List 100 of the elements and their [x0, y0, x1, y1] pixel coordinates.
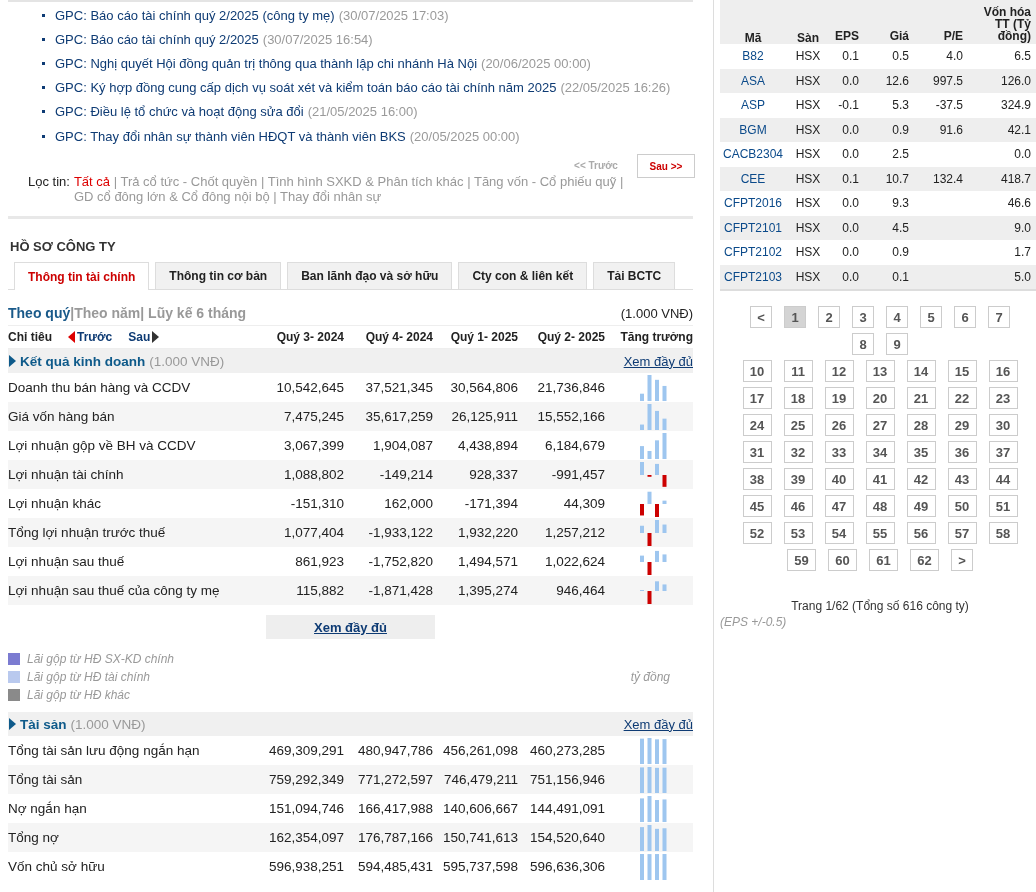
view-all-link[interactable]: Xem đầy đủ — [623, 716, 693, 732]
tab[interactable]: Thông tin tài chính — [14, 262, 150, 291]
page-button[interactable]: 19 — [824, 387, 854, 409]
page-button[interactable]: 52 — [742, 522, 772, 544]
page-button[interactable]: 31 — [742, 441, 772, 463]
page-button[interactable]: 18 — [783, 387, 813, 409]
page-button[interactable]: 1 — [784, 306, 806, 328]
page-button[interactable]: 5 — [920, 306, 942, 328]
tab[interactable]: Tải BCTC — [593, 262, 676, 290]
page-button[interactable]: 58 — [988, 522, 1018, 544]
next-button[interactable]: Sau >> — [636, 154, 695, 179]
page-button[interactable]: 44 — [988, 468, 1018, 490]
page-button[interactable]: 59 — [787, 549, 816, 571]
page-button[interactable]: 41 — [865, 468, 895, 490]
tab[interactable]: Thông tin cơ bản — [155, 262, 282, 290]
legend-label: Lãi gộp từ HĐ tài chính — [27, 670, 150, 685]
view-all-button[interactable]: Xem đầy đủ — [266, 615, 435, 640]
page-button[interactable]: 49 — [906, 495, 936, 517]
stock-code-link[interactable]: CFPT2016 — [720, 191, 786, 216]
page-button[interactable]: 7 — [988, 306, 1010, 328]
page-button[interactable]: 45 — [742, 495, 772, 517]
page-button[interactable]: 11 — [783, 360, 813, 382]
page-button[interactable]: 33 — [824, 441, 854, 463]
page-button[interactable]: 39 — [783, 468, 813, 490]
page-button[interactable]: 53 — [783, 522, 813, 544]
page-button[interactable]: 28 — [906, 414, 936, 436]
page-button[interactable]: 30 — [988, 414, 1018, 436]
next-page-button[interactable]: > — [951, 549, 973, 571]
page-button[interactable]: 10 — [742, 360, 772, 382]
page-button[interactable]: 17 — [742, 387, 772, 409]
page-button[interactable]: 54 — [824, 522, 854, 544]
page-button[interactable]: 12 — [824, 360, 854, 382]
stock-code-link[interactable]: CACB2304 — [720, 142, 786, 167]
page-button[interactable]: 61 — [869, 549, 898, 571]
news-link[interactable]: GPC: Điều lệ tổ chức và hoạt động sửa đổi — [55, 104, 304, 120]
page-button[interactable]: 32 — [783, 441, 813, 463]
page-button[interactable]: 40 — [824, 468, 854, 490]
page-button[interactable]: 56 — [906, 522, 936, 544]
row-label: Lợi nhuận tài chính — [8, 467, 125, 483]
page-button[interactable]: 27 — [865, 414, 895, 436]
stock-code-link[interactable]: B82 — [720, 44, 786, 69]
page-button[interactable]: 20 — [865, 387, 895, 409]
table-cell: 6.5 — [968, 44, 1036, 69]
period-link[interactable]: Theo quý — [8, 305, 71, 322]
page-button[interactable]: 6 — [954, 306, 976, 328]
news-link[interactable]: GPC: Nghị quyết Hội đồng quản trị thông qua thành lập chi nhánh Hà Nội — [55, 55, 478, 71]
page-button[interactable]: 8 — [852, 333, 874, 355]
page-button[interactable]: 24 — [742, 414, 772, 436]
page-button[interactable]: 9 — [886, 333, 908, 355]
page-button[interactable]: 38 — [742, 468, 772, 490]
table-cell: 132.4 — [914, 166, 968, 191]
page-button[interactable]: 57 — [947, 522, 977, 544]
page-button[interactable]: 50 — [947, 495, 977, 517]
news-link[interactable]: GPC: Thay đổi nhân sự thành viên HĐQT và thành viên BKS — [55, 128, 406, 144]
page-button[interactable]: 4 — [886, 306, 908, 328]
page-button[interactable]: 37 — [988, 441, 1018, 463]
stock-code-link[interactable]: CFPT2101 — [720, 215, 786, 240]
page-button[interactable]: 13 — [865, 360, 895, 382]
page-button[interactable]: 43 — [947, 468, 977, 490]
table-cell-text: 861,923 — [294, 554, 344, 570]
page-button[interactable]: 22 — [947, 387, 977, 409]
stock-code-link[interactable]: CFPT2102 — [720, 240, 786, 265]
page-button[interactable]: 62 — [910, 549, 939, 571]
page-button[interactable]: 25 — [783, 414, 813, 436]
tab[interactable]: Ban lãnh đạo và sở hữu — [287, 262, 453, 290]
stock-code-link[interactable]: ASA — [720, 68, 786, 93]
page-button[interactable]: 16 — [988, 360, 1018, 382]
page-button[interactable]: 60 — [828, 549, 857, 571]
page-button[interactable]: 26 — [824, 414, 854, 436]
stock-code-link[interactable]: CEE — [720, 166, 786, 191]
page-button[interactable]: 55 — [865, 522, 895, 544]
table-cell-text: 469,309,291 — [267, 743, 344, 759]
previous-page-button[interactable]: < — [750, 306, 772, 328]
page-button[interactable]: 21 — [906, 387, 936, 409]
stock-code-link[interactable]: BGM — [720, 117, 786, 142]
news-link[interactable]: GPC: Báo cáo tài chính quý 2/2025 (công ty mẹ) — [55, 7, 335, 23]
page-button[interactable]: 29 — [947, 414, 977, 436]
page-button[interactable]: 35 — [906, 441, 936, 463]
page-button[interactable]: 34 — [865, 441, 895, 463]
page-button[interactable]: 3 — [852, 306, 874, 328]
page-button[interactable]: 2 — [818, 306, 840, 328]
page-button[interactable]: 51 — [988, 495, 1018, 517]
stock-code-link[interactable]: CFPT2103 — [720, 264, 786, 290]
page-summary: Trang 1/62 (Tổng số 616 công ty) — [790, 599, 970, 613]
page-button[interactable]: 47 — [824, 495, 854, 517]
tab[interactable]: Cty con & liên kết — [458, 262, 588, 290]
page-button[interactable]: 48 — [865, 495, 895, 517]
page-button[interactable]: 23 — [988, 387, 1018, 409]
page-button[interactable]: 36 — [947, 441, 977, 463]
page-button[interactable]: 15 — [947, 360, 977, 382]
page-button[interactable]: 42 — [906, 468, 936, 490]
page-button[interactable]: 14 — [906, 360, 936, 382]
page-button[interactable]: 46 — [783, 495, 813, 517]
filter-link[interactable]: Tất cả — [73, 174, 111, 190]
view-all-link[interactable]: Xem đầy đủ — [623, 353, 693, 369]
news-link[interactable]: GPC: Ký hợp đồng cung cấp dịch vụ soát xét và kiểm toán báo cáo tài chính năm 2025 — [55, 80, 557, 96]
stock-code-link[interactable]: ASP — [720, 93, 786, 118]
table-cell: -0.1 — [830, 93, 864, 118]
news-link[interactable]: GPC: Báo cáo tài chính quý 2/2025 — [55, 31, 259, 47]
separator: | — [70, 305, 75, 322]
